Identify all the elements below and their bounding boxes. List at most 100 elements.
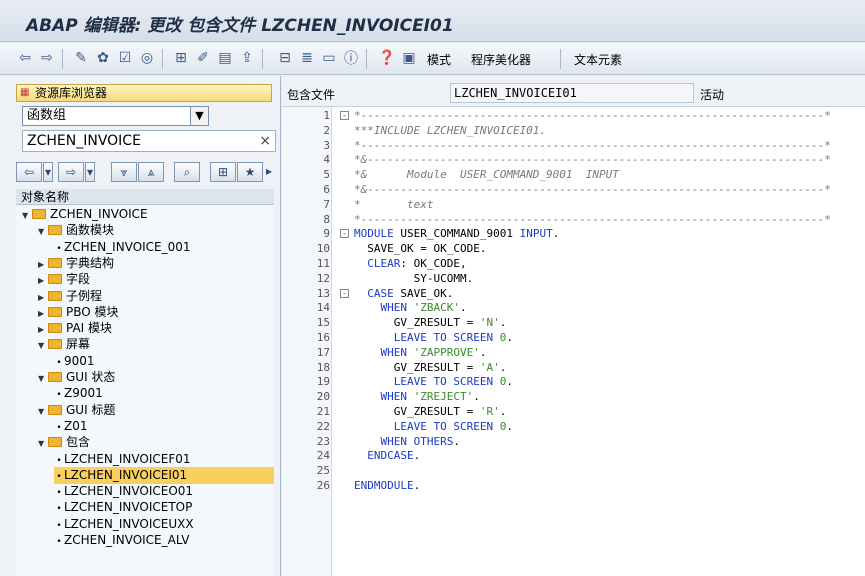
tree-item[interactable]: • LZCHEN_INVOICEF01 <box>54 451 190 468</box>
tree-folder[interactable]: ▶ PBO 模块 <box>38 304 119 321</box>
code-line[interactable]: GV_ZRESULT = 'N'. <box>354 316 507 329</box>
tree-folder[interactable]: ▼ 包含 <box>38 434 90 451</box>
tree-item[interactable]: • 9001 <box>54 353 94 370</box>
code-line[interactable]: ***INCLUDE LZCHEN_INVOICEI01. <box>354 124 546 137</box>
info-icon[interactable]: ⓘ <box>342 49 360 67</box>
fold-toggle-icon[interactable]: - <box>340 111 349 120</box>
where-used-icon[interactable]: ◎ <box>138 49 156 67</box>
tree-item[interactable]: • LZCHEN_INVOICEUXX <box>54 516 193 533</box>
line-number: 26 <box>316 479 330 492</box>
code-line[interactable]: WHEN OTHERS. <box>354 435 461 448</box>
status-text: 活动 <box>700 88 725 102</box>
code-line[interactable]: ENDCASE. <box>354 449 420 462</box>
chevron-down-icon[interactable]: ▼ <box>190 107 208 125</box>
line-number: 16 <box>316 331 330 344</box>
code-line[interactable]: *&--------------------------------------… <box>354 153 831 166</box>
tree-folder[interactable]: ▼ 屏幕 <box>38 336 90 353</box>
tree-folder[interactable]: ▶ PAI 模块 <box>38 320 112 337</box>
expanded-icon[interactable]: ▼ <box>38 337 48 354</box>
tree-folder[interactable]: ▼ GUI 标题 <box>38 402 115 419</box>
line-number: 8 <box>323 212 330 226</box>
fold-toggle-icon[interactable]: - <box>340 229 349 239</box>
code-line[interactable]: *---------------------------------------… <box>354 109 831 122</box>
code-line[interactable]: *---------------------------------------… <box>354 213 831 226</box>
code-line[interactable]: GV_ZRESULT = 'R'. <box>354 405 507 418</box>
tree-item[interactable]: • Z9001 <box>54 385 102 402</box>
code-line[interactable]: *& Module USER_COMMAND_9001 INPUT <box>354 168 619 181</box>
tree-folder[interactable]: ▶ 字典结构 <box>38 255 114 272</box>
pattern-icon[interactable]: ≣ <box>298 49 316 67</box>
nav-back-icon[interactable]: ⇦ <box>16 162 42 182</box>
more-icon[interactable]: ▸ <box>264 162 274 182</box>
hierarchy-icon[interactable]: ⊞ <box>210 162 236 182</box>
object-type-select[interactable]: 函数组 ▼ <box>22 106 209 126</box>
pattern-button[interactable]: 模式 <box>427 51 451 68</box>
code-line[interactable]: WHEN 'ZREJECT'. <box>354 390 480 403</box>
code-line[interactable]: ENDMODULE. <box>354 479 420 492</box>
tree-folder[interactable]: ▼ ZCHEN_INVOICE <box>22 206 148 223</box>
expanded-icon[interactable]: ▼ <box>38 370 48 387</box>
display-change-icon[interactable]: ✎ <box>72 49 90 67</box>
code-line[interactable]: WHEN 'ZAPPROVE'. <box>354 346 487 359</box>
expanded-icon[interactable]: ▼ <box>38 223 48 240</box>
code-line[interactable]: * text <box>354 198 433 211</box>
collapse-icon[interactable]: ⩔ <box>111 162 137 182</box>
tree-item[interactable]: • ZCHEN_INVOICE_001 <box>54 239 190 256</box>
code-line[interactable]: *---------------------------------------… <box>354 139 831 152</box>
pretty-printer-button[interactable]: 程序美化器 <box>471 51 531 68</box>
nav-back-menu-icon[interactable]: ▾ <box>43 162 53 182</box>
tree-folder[interactable]: ▶ 字段 <box>38 271 90 288</box>
upload-icon[interactable]: ⇪ <box>238 49 256 67</box>
code-line[interactable]: GV_ZRESULT = 'A'. <box>354 361 507 374</box>
back-icon[interactable]: ⇦ <box>16 49 34 67</box>
text-elements-button[interactable]: 文本元素 <box>574 51 622 68</box>
help-icon[interactable]: ❓ <box>378 49 396 67</box>
code-line[interactable]: CLEAR: OK_CODE, <box>354 257 466 270</box>
test-icon[interactable]: ▣ <box>400 49 418 67</box>
tree-item[interactable]: • Z01 <box>54 418 87 435</box>
code-line[interactable]: LEAVE TO SCREEN 0. <box>354 331 513 344</box>
layout-icon[interactable]: ▭ <box>320 49 338 67</box>
activate-icon[interactable]: ✿ <box>94 49 112 67</box>
tree-item[interactable]: • LZCHEN_INVOICEI01 <box>54 466 274 484</box>
line-number: 24 <box>316 449 330 463</box>
code-line[interactable]: SY-UCOMM. <box>354 272 474 285</box>
tree-item[interactable]: • LZCHEN_INVOICETOP <box>54 499 192 516</box>
object-name-input[interactable]: ZCHEN_INVOICE × <box>22 130 276 152</box>
favorites-icon[interactable]: ★ <box>237 162 263 182</box>
title-bar: ABAP 编辑器: 更改 包含文件 LZCHEN_INVOICEI01 <box>0 0 865 42</box>
code-line[interactable]: SAVE_OK = OK_CODE. <box>354 242 486 255</box>
hierarchy-icon[interactable]: ⊟ <box>276 49 294 67</box>
line-number: 13 <box>316 286 330 300</box>
expand-icon[interactable]: ⩓ <box>138 162 164 182</box>
nav-forward-menu-icon[interactable]: ▾ <box>85 162 95 182</box>
object-list-icon[interactable]: ⊞ <box>172 49 190 67</box>
pencil-icon[interactable]: ✐ <box>194 49 212 67</box>
code-line[interactable]: WHEN 'ZBACK'. <box>354 301 467 314</box>
tree-folder[interactable]: ▼ GUI 状态 <box>38 369 115 386</box>
code-editor[interactable]: 1 2 3 4 5 6 7 8 9 10 11 12 13 14 15 16 17 18 19 20 21 22 23 24 2… <box>282 106 865 576</box>
expanded-icon[interactable]: ▼ <box>38 403 48 420</box>
forward-icon[interactable]: ⇨ <box>38 49 56 67</box>
expanded-icon[interactable]: ▼ <box>22 207 32 224</box>
clear-icon[interactable]: × <box>259 131 271 151</box>
repository-browser-button[interactable]: ▦ 资源库浏览器 <box>16 84 272 102</box>
tree-item-label: PBO 模块 <box>66 304 119 319</box>
binoculars-icon[interactable]: ⌕ <box>174 162 200 182</box>
expanded-icon[interactable]: ▼ <box>38 435 48 452</box>
tree-item[interactable]: • LZCHEN_INVOICEO01 <box>54 483 193 500</box>
check-icon[interactable]: ☑ <box>116 49 134 67</box>
tree-item-label: LZCHEN_INVOICETOP <box>64 500 193 515</box>
nav-forward-icon[interactable]: ⇨ <box>58 162 84 182</box>
fold-toggle-icon[interactable]: - <box>340 288 349 298</box>
code-line[interactable]: CASE SAVE_OK. <box>354 287 453 300</box>
code-line[interactable]: LEAVE TO SCREEN 0. <box>354 375 513 388</box>
tree-item[interactable]: • ZCHEN_INVOICE_ALV <box>54 532 189 549</box>
line-number: 20 <box>316 390 330 404</box>
code-line[interactable]: MODULE USER_COMMAND_9001 INPUT. <box>354 227 559 240</box>
tree-folder[interactable]: ▶ 子例程 <box>38 288 102 305</box>
navigate-icon[interactable]: ▤ <box>216 49 234 67</box>
tree-folder[interactable]: ▼ 函数模块 <box>38 222 114 239</box>
code-line[interactable]: LEAVE TO SCREEN 0. <box>354 420 513 433</box>
code-line[interactable]: *&--------------------------------------… <box>354 183 831 196</box>
